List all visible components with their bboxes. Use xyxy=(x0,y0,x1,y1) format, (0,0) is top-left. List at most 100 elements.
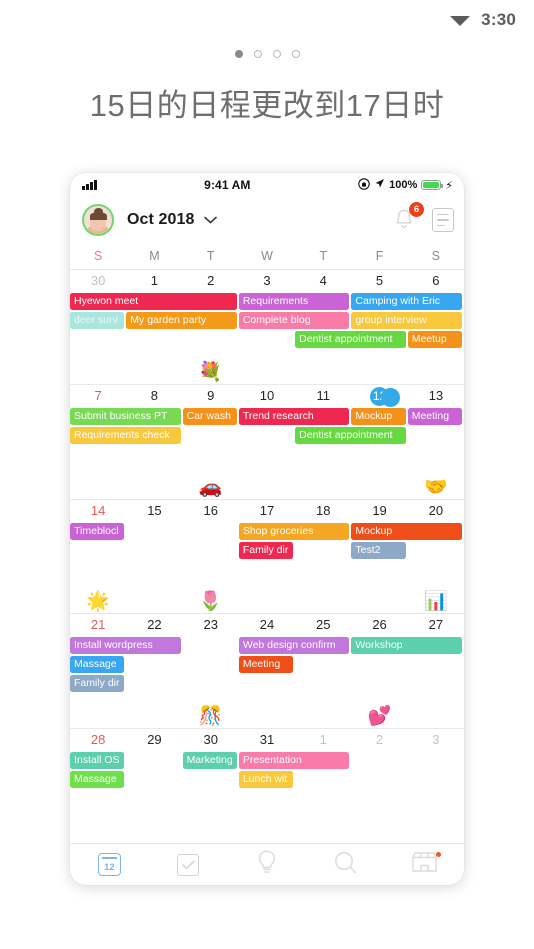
day-emoji: 📊 xyxy=(424,591,448,613)
nav-item-calendar[interactable]: 12 xyxy=(70,844,149,885)
calendar-event[interactable]: My garden party xyxy=(126,312,237,329)
day-number[interactable]: 26 xyxy=(351,614,407,636)
day-number[interactable]: 11 xyxy=(295,385,351,407)
day-number[interactable]: 6 xyxy=(408,270,464,292)
weekday-label: S xyxy=(431,249,440,263)
calendar-event[interactable]: Dentist appointment xyxy=(295,331,406,348)
day-number[interactable]: 4 xyxy=(295,270,351,292)
day-number[interactable]: 9 xyxy=(183,385,239,407)
calendar-event[interactable]: Hyewon meet xyxy=(70,293,237,310)
day-number[interactable]: 21 xyxy=(70,614,126,636)
nav-item-search[interactable] xyxy=(306,844,385,885)
calendar-event[interactable]: Complete blog xyxy=(238,312,350,329)
day-number[interactable]: 2 xyxy=(351,729,407,751)
day-number[interactable]: 31 xyxy=(239,729,295,751)
calendar-event[interactable]: deer surv xyxy=(70,312,125,329)
calendar-event[interactable]: Requirements check xyxy=(70,426,181,444)
calendar-event[interactable]: Install OS xyxy=(70,752,125,770)
event-row: Timeblocl Shop groceries Mockup xyxy=(70,522,464,540)
week-day-numbers: 7 8 9 10 11 12 13 xyxy=(70,385,464,407)
pager-dot-3[interactable] xyxy=(272,50,281,58)
calendar-event[interactable]: Mockup xyxy=(351,407,406,425)
day-number[interactable]: 14 xyxy=(70,500,126,522)
day-number[interactable]: 27 xyxy=(408,614,464,636)
month-label[interactable]: Oct 2018 xyxy=(127,211,195,229)
day-number[interactable]: 1 xyxy=(295,729,351,751)
day-number[interactable]: 10 xyxy=(239,385,295,407)
day-marker-dot xyxy=(380,387,400,407)
calendar-event[interactable]: Lunch wit xyxy=(238,771,294,789)
calendar-event[interactable]: group interview xyxy=(351,312,462,329)
day-number[interactable]: 25 xyxy=(295,614,351,636)
day-number[interactable]: 28 xyxy=(70,729,126,751)
avatar[interactable] xyxy=(82,204,114,236)
weekday-label: W xyxy=(261,249,273,263)
day-number[interactable]: 3 xyxy=(239,270,295,292)
weekday-label: S xyxy=(93,249,103,263)
day-number[interactable]: 23 xyxy=(183,614,239,636)
agenda-list-icon[interactable] xyxy=(432,208,454,232)
chevron-down-icon[interactable] xyxy=(203,211,217,229)
pager-dot-1[interactable] xyxy=(234,50,243,58)
calendar-event[interactable]: Family dir xyxy=(238,541,294,559)
calendar-event[interactable]: Trend research xyxy=(238,407,350,425)
calendar-event[interactable]: Meeting xyxy=(407,407,462,425)
day-number[interactable]: 30 xyxy=(70,270,126,292)
day-number[interactable]: 19 xyxy=(351,500,407,522)
day-emoji: 🌟 xyxy=(86,591,110,613)
calendar-event[interactable]: Massage xyxy=(70,656,125,674)
calendar-event[interactable]: Dentist appointment xyxy=(295,426,406,444)
calendar-event[interactable]: Submit business PT xyxy=(70,407,181,425)
day-number[interactable]: 12 xyxy=(351,385,407,407)
calendar-event[interactable]: Mockup xyxy=(351,522,462,540)
calendar-event[interactable]: Family dir xyxy=(70,675,125,693)
day-number[interactable]: 3 xyxy=(408,729,464,751)
battery-percent: 100% xyxy=(389,179,418,191)
calendar-week: 28 29 30 31 1 2 3 Install OS Marketing Presentati… xyxy=(70,729,464,843)
calendar-event[interactable]: Massage xyxy=(70,771,125,789)
calendar-event[interactable]: Workshop xyxy=(351,637,462,655)
nav-item-tasks[interactable] xyxy=(149,844,228,885)
day-number[interactable]: 16 xyxy=(183,500,239,522)
calendar-event[interactable]: Requirements xyxy=(238,293,350,310)
day-number[interactable]: 17 xyxy=(239,500,295,522)
day-number[interactable]: 18 xyxy=(295,500,351,522)
day-emoji-strip xyxy=(70,809,464,843)
nav-item-store[interactable] xyxy=(385,844,464,885)
day-number[interactable]: 13 xyxy=(408,385,464,407)
location-arrow-icon xyxy=(374,178,385,192)
calendar-event[interactable]: Test2 xyxy=(351,541,406,559)
event-row: Hyewon meet Requirements Camping with Eric xyxy=(70,293,464,310)
pager-dot-2[interactable] xyxy=(253,50,262,58)
calendar-event[interactable]: Shop groceries xyxy=(238,522,350,540)
day-number[interactable]: 2 xyxy=(183,270,239,292)
calendar-event[interactable]: Web design confirm xyxy=(238,637,350,655)
calendar-event[interactable]: Timeblocl xyxy=(70,522,125,540)
pager-dots[interactable] xyxy=(0,50,534,58)
day-number[interactable]: 8 xyxy=(126,385,182,407)
day-number[interactable]: 20 xyxy=(408,500,464,522)
pager-dot-4[interactable] xyxy=(291,50,300,58)
day-number[interactable]: 24 xyxy=(239,614,295,636)
bottom-nav[interactable]: 12 xyxy=(70,843,464,885)
day-number[interactable]: 15 xyxy=(126,500,182,522)
wifi-icon xyxy=(449,13,471,27)
day-number[interactable]: 22 xyxy=(126,614,182,636)
calendar-event[interactable]: Marketing xyxy=(182,752,237,770)
nav-item-ideas[interactable] xyxy=(228,844,307,885)
calendar-event[interactable]: Meeting xyxy=(238,656,294,674)
day-number[interactable]: 30 xyxy=(183,729,239,751)
event-row: Massage Meeting xyxy=(70,656,464,674)
day-number[interactable]: 7 xyxy=(70,385,126,407)
search-icon xyxy=(333,850,358,880)
calendar-event[interactable]: Car wash xyxy=(182,407,237,425)
calendar-event[interactable]: Meetup xyxy=(407,331,462,348)
bell-icon[interactable]: 6 xyxy=(392,202,424,233)
day-number[interactable]: 5 xyxy=(351,270,407,292)
day-number[interactable]: 29 xyxy=(126,729,182,751)
calendar-grid[interactable]: 30 1 2 3 4 5 6 Hyewon meet Requirements Camping w… xyxy=(70,269,464,843)
calendar-event[interactable]: Install wordpress xyxy=(70,637,181,655)
calendar-event[interactable]: Camping with Eric xyxy=(351,293,462,310)
calendar-event[interactable]: Presentation xyxy=(238,752,350,770)
day-number[interactable]: 1 xyxy=(126,270,182,292)
